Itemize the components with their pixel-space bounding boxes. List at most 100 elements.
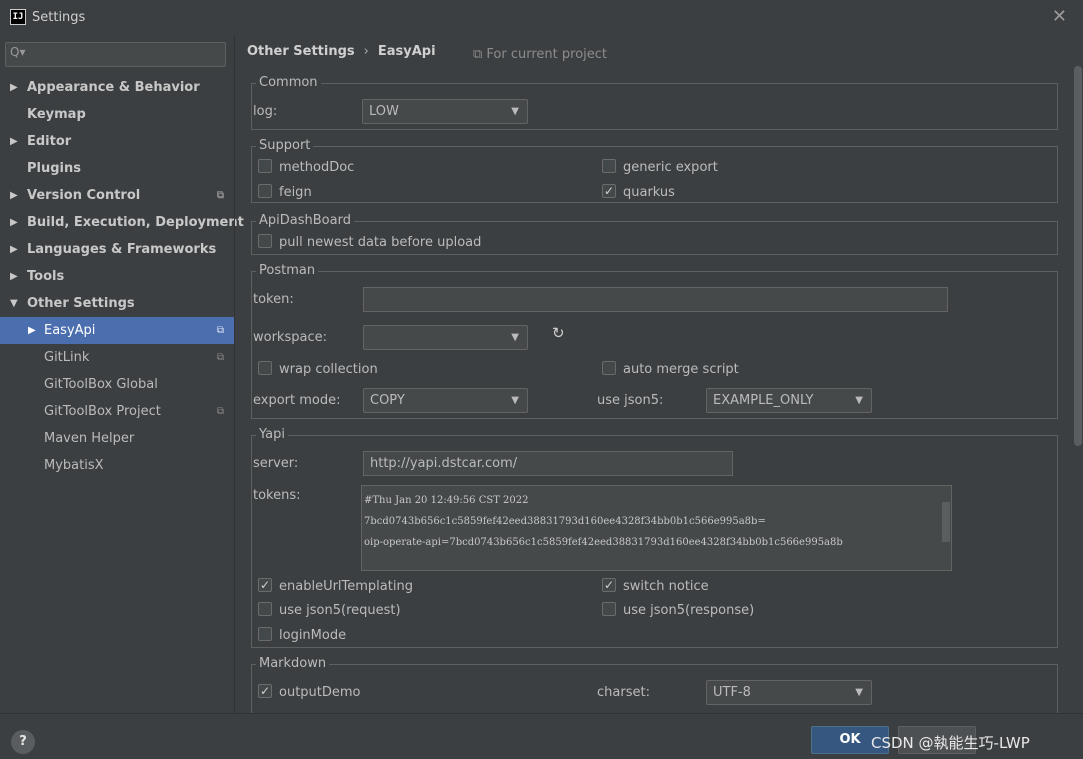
- expand-arrow-icon: ▶: [10, 136, 18, 147]
- pull-newest-checkbox[interactable]: pull newest data before upload: [258, 234, 481, 252]
- sidebar-item-mybatisx[interactable]: MybatisX: [0, 452, 234, 479]
- use-json5-label: use json5:: [597, 393, 664, 408]
- sidebar-item-label: Keymap: [27, 107, 86, 122]
- refresh-icon[interactable]: ↻: [552, 324, 565, 342]
- settings-content-panel: Other Settings › EasyApi ⧉ For current pro…: [234, 36, 1083, 724]
- intellij-app-icon: IJ: [10, 9, 26, 25]
- export-mode-select[interactable]: COPY ▼: [363, 388, 528, 413]
- checkbox-box: [602, 159, 616, 173]
- checkmark-icon: [258, 576, 272, 594]
- expand-arrow-icon: ▶: [10, 82, 18, 93]
- checkbox-box: [602, 602, 616, 616]
- checkbox-label: methodDoc: [279, 160, 355, 175]
- textarea-scrollbar[interactable]: [942, 502, 950, 542]
- checkbox-box: [258, 602, 272, 616]
- checkbox-label: outputDemo: [279, 685, 361, 700]
- collapse-arrow-icon: ▼: [10, 298, 18, 309]
- use-json5-response-checkbox[interactable]: use json5(response): [602, 602, 754, 620]
- sidebar-item-languages-frameworks[interactable]: ▶ Languages & Frameworks: [0, 236, 234, 263]
- breadcrumb-parent[interactable]: Other Settings: [247, 44, 355, 59]
- switch-notice-checkbox[interactable]: switch notice: [602, 576, 709, 596]
- sidebar-item-label: Plugins: [27, 161, 81, 176]
- help-icon[interactable]: ?: [11, 730, 35, 754]
- group-title: Support: [256, 138, 314, 154]
- generic-export-checkbox[interactable]: generic export: [602, 159, 718, 177]
- group-title: Markdown: [256, 656, 330, 672]
- log-select[interactable]: LOW ▼: [362, 99, 528, 124]
- breadcrumb: Other Settings › EasyApi: [247, 44, 436, 59]
- sidebar-item-label: Editor: [27, 134, 72, 149]
- sidebar-item-easyapi[interactable]: ▶ EasyApi ⧉: [0, 317, 234, 344]
- auto-merge-script-checkbox[interactable]: auto merge script: [602, 361, 739, 379]
- checkbox-box: [258, 159, 272, 173]
- sidebar-item-gittoolbox-project[interactable]: GitToolBox Project ⧉: [0, 398, 234, 425]
- chevron-down-icon: ▼: [511, 106, 519, 117]
- quarkus-checkbox[interactable]: quarkus: [602, 182, 675, 202]
- apidashboard-group: ApiDashBoard pull newest data before upl…: [251, 213, 1058, 255]
- sidebar-item-appearance-behavior[interactable]: ▶ Appearance & Behavior: [0, 74, 234, 101]
- settings-search-input[interactable]: Q▾: [5, 42, 226, 67]
- group-title: Common: [256, 75, 321, 91]
- methoddoc-checkbox[interactable]: methodDoc: [258, 159, 354, 177]
- yapi-tokens-textarea[interactable]: #Thu Jan 20 12:49:56 CST 2022 7bcd0743b65…: [361, 485, 952, 571]
- token-line: #Thu Jan 20 12:49:56 CST 2022: [364, 495, 529, 506]
- support-group: Support methodDoc feign generic export q…: [251, 138, 1058, 203]
- charset-select[interactable]: UTF-8 ▼: [706, 680, 872, 705]
- sidebar-item-maven-helper[interactable]: Maven Helper: [0, 425, 234, 452]
- project-scope-icon: ⧉: [216, 325, 224, 336]
- server-label: server:: [253, 456, 299, 471]
- sidebar-item-label: GitToolBox Global: [44, 377, 158, 392]
- dialog-footer: ? OK CSDN @執能生巧-LWP: [0, 713, 1083, 759]
- close-icon[interactable]: ✕: [1052, 6, 1067, 27]
- sidebar-item-keymap[interactable]: Keymap: [0, 101, 234, 128]
- checkbox-label: enableUrlTemplating: [279, 579, 413, 594]
- checkbox-box: [602, 361, 616, 375]
- project-scope-icon: ⧉: [216, 190, 224, 201]
- group-title: ApiDashBoard: [256, 213, 354, 229]
- sidebar-item-label: Version Control: [27, 188, 141, 203]
- use-json5-request-checkbox[interactable]: use json5(request): [258, 602, 401, 620]
- expand-arrow-icon: ▶: [10, 190, 18, 201]
- enable-url-templating-checkbox[interactable]: enableUrlTemplating: [258, 576, 413, 596]
- workspace-select[interactable]: ▼: [363, 325, 528, 350]
- output-demo-checkbox[interactable]: outputDemo: [258, 682, 361, 702]
- breadcrumb-current: EasyApi: [377, 44, 436, 59]
- log-value: LOW: [369, 104, 399, 119]
- checkbox-label: switch notice: [623, 579, 709, 594]
- sidebar-item-label: GitLink: [44, 350, 90, 365]
- token-label: token:: [253, 292, 294, 307]
- postman-group: Postman token: workspace: ▼ ↻ wrap colle…: [251, 263, 1058, 419]
- sidebar-item-plugins[interactable]: Plugins: [0, 155, 234, 182]
- chevron-down-icon: ▼: [855, 395, 863, 406]
- sidebar-item-label: MybatisX: [44, 458, 104, 473]
- sidebar-item-label: Other Settings: [27, 296, 135, 311]
- yapi-group: Yapi server: http://yapi.dstcar.com/ tok…: [251, 427, 1058, 648]
- postman-token-input[interactable]: [363, 287, 948, 312]
- breadcrumb-separator: ›: [363, 44, 369, 59]
- sidebar-item-gittoolbox-global[interactable]: GitToolBox Global: [0, 371, 234, 398]
- feign-checkbox[interactable]: feign: [258, 184, 312, 202]
- scope-label: ⧉ For current project: [473, 47, 608, 62]
- charset-value: UTF-8: [713, 685, 751, 700]
- sidebar-item-other-settings[interactable]: ▼ Other Settings: [0, 290, 234, 317]
- sidebar-item-version-control[interactable]: ▶ Version Control ⧉: [0, 182, 234, 209]
- group-title: Yapi: [256, 427, 288, 443]
- export-mode-value: COPY: [370, 393, 405, 408]
- checkbox-box: [258, 184, 272, 198]
- wrap-collection-checkbox[interactable]: wrap collection: [258, 361, 378, 379]
- checkbox-label: auto merge script: [623, 362, 739, 377]
- sidebar-item-build-execution-deployment[interactable]: ▶ Build, Execution, Deployment: [0, 209, 244, 236]
- checkmark-icon: [258, 682, 272, 700]
- sidebar-item-label: Maven Helper: [44, 431, 135, 446]
- sidebar-item-gitlink[interactable]: GitLink ⧉: [0, 344, 234, 371]
- use-json5-select[interactable]: EXAMPLE_ONLY ▼: [706, 388, 872, 413]
- yapi-server-input[interactable]: http://yapi.dstcar.com/: [363, 451, 733, 476]
- search-icon: Q▾: [10, 45, 26, 59]
- sidebar-item-editor[interactable]: ▶ Editor: [0, 128, 234, 155]
- charset-label: charset:: [597, 685, 650, 700]
- chevron-down-icon: ▼: [511, 332, 519, 343]
- login-mode-checkbox[interactable]: loginMode: [258, 627, 346, 645]
- content-scrollbar[interactable]: [1074, 66, 1082, 446]
- sidebar-item-tools[interactable]: ▶ Tools: [0, 263, 234, 290]
- project-scope-icon: ⧉: [216, 406, 224, 417]
